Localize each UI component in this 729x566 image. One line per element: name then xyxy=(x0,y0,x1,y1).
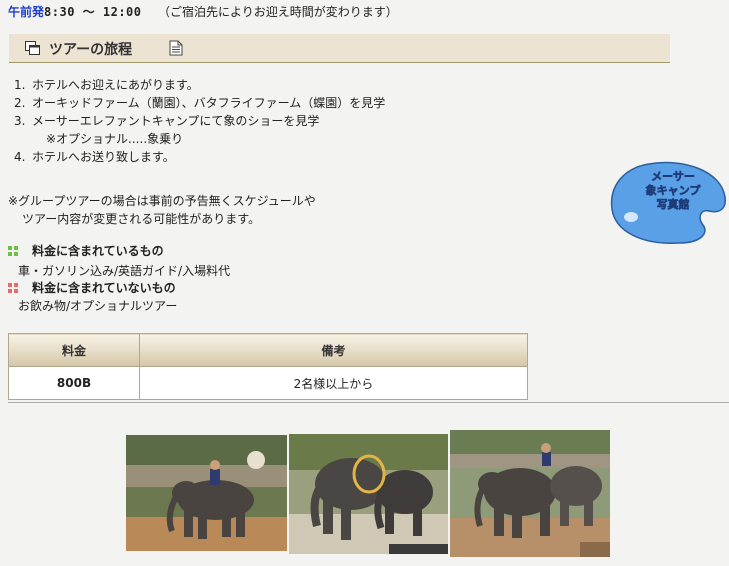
elephant-group-photo[interactable] xyxy=(450,430,610,557)
document-icon xyxy=(169,40,183,56)
photo-gallery-link[interactable]: メーサー 象キャンプ 写真館 xyxy=(609,161,727,245)
included-heading: 料金に含まれているもの xyxy=(8,242,164,259)
departure-time-range: 8:30 〜 12:00 xyxy=(44,5,142,19)
group-tour-note: ※グループツアーの場合は事前の予告無くスケジュールや ツアー内容が変更される可能… xyxy=(8,194,316,226)
itinerary-list: 1. ホテルへお迎えにあがります。 2. オーキッドファーム（蘭園）、バタフライファ… xyxy=(14,76,385,166)
departure-am-label: 午前発 xyxy=(8,5,45,19)
included-grid-icon xyxy=(8,245,18,256)
excluded-grid-icon xyxy=(8,282,18,293)
gallery-badge-line3: 写真館 xyxy=(657,197,690,211)
departure-note: （ご宿泊先によりお迎え時間が変わります） xyxy=(158,5,398,19)
excluded-items: お飲み物/オプショナルツアー xyxy=(18,299,178,313)
itinerary-optional-note: ※オプショナル.....象乗り xyxy=(46,132,184,146)
window-icon xyxy=(25,41,40,55)
itinerary-step: 2. オーキッドファーム（蘭園）、バタフライファーム（蝶園）を見学 xyxy=(14,96,386,110)
price-table: 料金 備考 800B 2名様以上から xyxy=(8,333,528,400)
excluded-heading: 料金に含まれていないもの xyxy=(8,279,176,296)
gallery-badge-line2: 象キャンプ xyxy=(646,183,702,197)
elephant-hoop-photo[interactable] xyxy=(289,434,448,554)
elephant-riding-photo[interactable] xyxy=(126,435,287,551)
departure-time: 午前発8:30 〜 12:00 xyxy=(8,3,142,20)
price-table-header: 料金 備考 xyxy=(8,333,528,367)
price-header: 料金 xyxy=(8,333,140,367)
itinerary-step: 3. メーサーエレファントキャンプにて象のショーを見学 xyxy=(14,114,320,128)
itinerary-step: 4. ホテルへお送り致します。 xyxy=(14,150,175,164)
included-items: 車・ガソリン込み/英語ガイド/入場料代 xyxy=(18,264,231,278)
itinerary-header: ツアーの旅程 xyxy=(9,34,670,63)
remarks-header: 備考 xyxy=(139,333,528,367)
section-divider xyxy=(8,402,729,403)
price-cell: 800B xyxy=(8,366,140,400)
gallery-badge-line1: メーサー xyxy=(651,170,695,183)
itinerary-step: 1. ホテルへお迎えにあがります。 xyxy=(14,78,199,92)
table-row: 800B 2名様以上から xyxy=(8,366,528,400)
remarks-cell: 2名様以上から xyxy=(139,366,528,400)
itinerary-title: ツアーの旅程 xyxy=(49,42,133,58)
